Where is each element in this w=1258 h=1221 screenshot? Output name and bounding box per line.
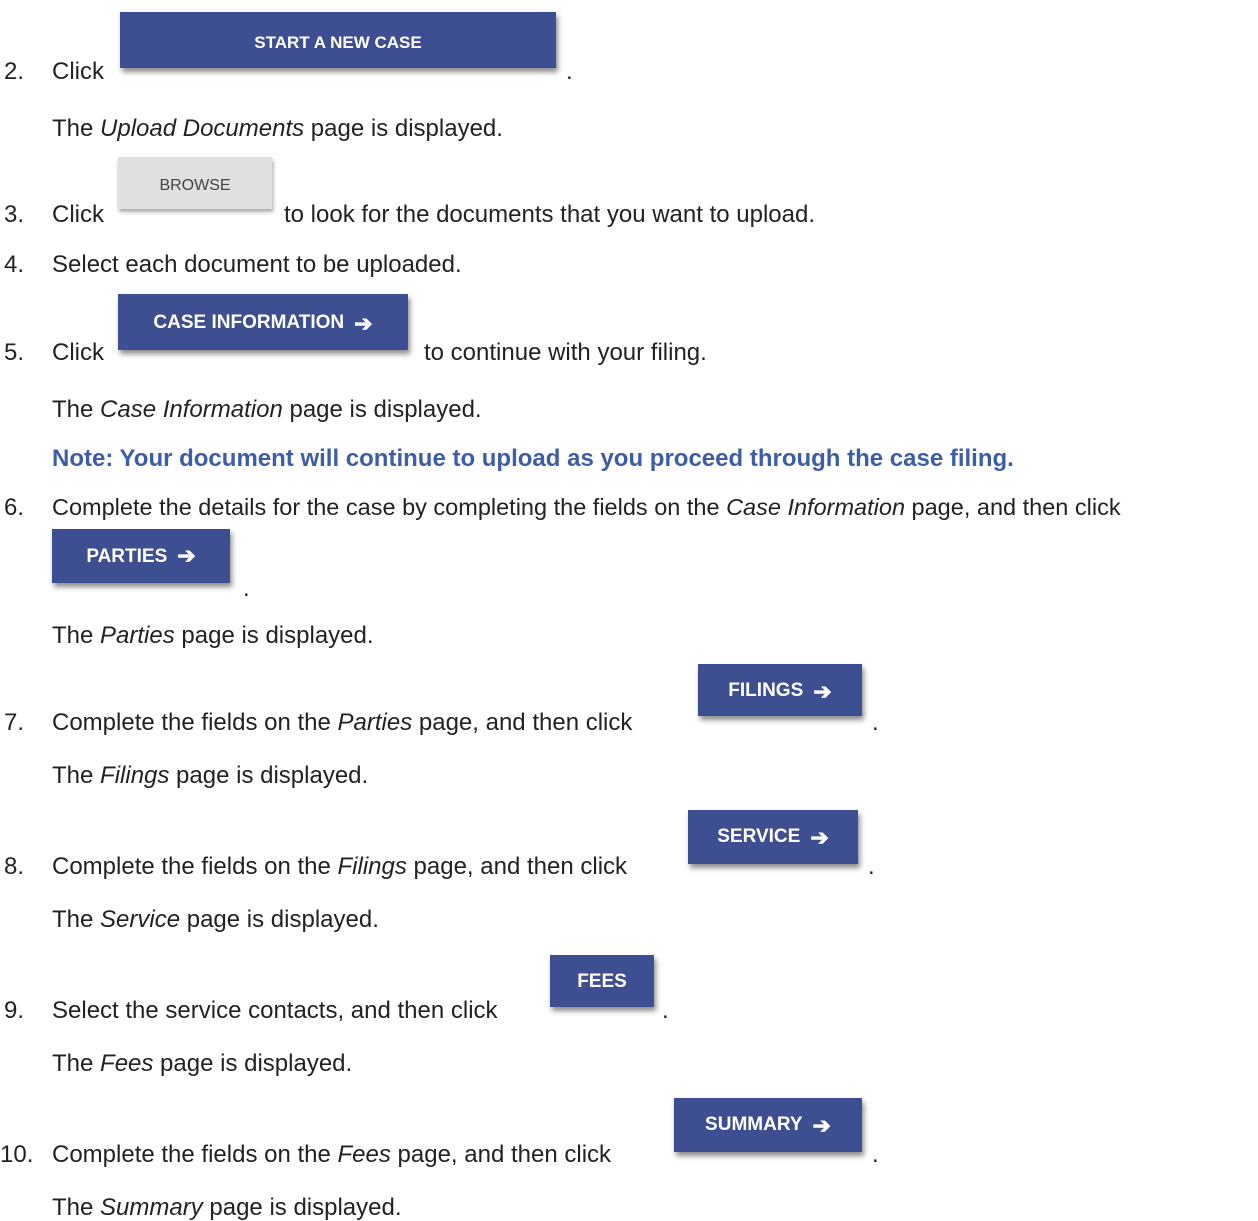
step-5-text: Click	[52, 339, 104, 366]
step-9-period: .	[662, 997, 669, 1024]
step-10-text: Complete the fields on the Fees page, an…	[52, 1141, 612, 1168]
page-name: Summary	[100, 1194, 203, 1221]
step-7-number: 7.	[4, 709, 25, 736]
page-name: Filings	[337, 853, 407, 880]
filings-label: FILINGS	[728, 680, 804, 701]
step-3-suffix: to look for the documents that you want …	[284, 201, 815, 228]
step-2-text: Click	[52, 58, 104, 85]
step-8-result: The Service page is displayed.	[52, 906, 379, 933]
parties-label: PARTIES	[86, 545, 168, 567]
step-2-period: .	[566, 58, 573, 85]
fees-button[interactable]: FEES	[550, 955, 654, 1007]
step-6-result: The Parties page is displayed.	[52, 622, 374, 649]
step-2-number: 2.	[4, 58, 25, 85]
step-9-number: 9.	[4, 997, 25, 1024]
page-name: Upload Documents	[100, 115, 305, 142]
step-9-text: Select the service contacts, and then cl…	[52, 997, 498, 1024]
page-name: Case Information	[100, 396, 283, 423]
step-8-number: 8.	[4, 853, 25, 880]
step-5-number: 5.	[4, 339, 25, 366]
start-new-case-label: START A NEW CASE	[254, 33, 422, 52]
step-5-result: The Case Information page is displayed.	[52, 396, 482, 423]
step-7-text: Complete the fields on the Parties page,…	[52, 709, 633, 736]
step-6-number: 6.	[4, 494, 25, 521]
summary-button[interactable]: SUMMARY ➔	[674, 1098, 862, 1152]
step-7-result: The Filings page is displayed.	[52, 762, 369, 789]
fees-label: FEES	[577, 971, 627, 992]
page-name: Fees	[100, 1050, 154, 1077]
case-information-label: CASE INFORMATION	[153, 312, 345, 333]
start-new-case-button[interactable]: START A NEW CASE	[120, 12, 556, 68]
step-9-result: The Fees page is displayed.	[52, 1050, 353, 1077]
step-10-result: The Summary page is displayed.	[52, 1194, 402, 1221]
step-6-text: Complete the details for the case by com…	[52, 494, 1121, 520]
page-name: Parties	[337, 709, 413, 736]
arrow-right-icon: ➔	[810, 825, 829, 850]
step-5-suffix: to continue with your filing.	[424, 339, 707, 366]
parties-button[interactable]: PARTIES ➔	[52, 529, 230, 583]
summary-label: SUMMARY	[705, 1114, 803, 1135]
step-6-period: .	[243, 575, 250, 602]
step-7-period: .	[872, 709, 879, 736]
browse-label: BROWSE	[159, 177, 231, 194]
arrow-right-icon: ➔	[812, 1113, 831, 1138]
step-2-result: The Upload Documents page is displayed.	[52, 115, 503, 142]
page-name: Case Information	[726, 494, 906, 520]
arrow-right-icon: ➔	[177, 543, 196, 568]
case-information-button[interactable]: CASE INFORMATION ➔	[118, 294, 408, 350]
step-8-period: .	[868, 853, 875, 880]
step-3-number: 3.	[4, 201, 25, 228]
page-name: Parties	[100, 622, 175, 649]
step-8-text: Complete the fields on the Filings page,…	[52, 853, 628, 880]
page-name: Service	[100, 906, 181, 933]
page-name: Fees	[337, 1141, 391, 1168]
step-4-text: Select each document to be uploaded.	[52, 251, 462, 278]
arrow-right-icon: ➔	[354, 311, 373, 336]
step-4-number: 4.	[4, 251, 25, 278]
arrow-right-icon: ➔	[813, 679, 832, 704]
browse-button[interactable]: BROWSE	[118, 157, 272, 209]
note-text: Note: Your document will continue to upl…	[52, 445, 1014, 472]
filings-button[interactable]: FILINGS ➔	[698, 664, 862, 716]
step-10-number: 10.	[0, 1141, 34, 1168]
service-button[interactable]: SERVICE ➔	[688, 810, 858, 864]
service-label: SERVICE	[717, 826, 801, 847]
page-name: Filings	[100, 762, 170, 789]
step-10-period: .	[872, 1141, 879, 1168]
step-3-text: Click	[52, 201, 104, 228]
